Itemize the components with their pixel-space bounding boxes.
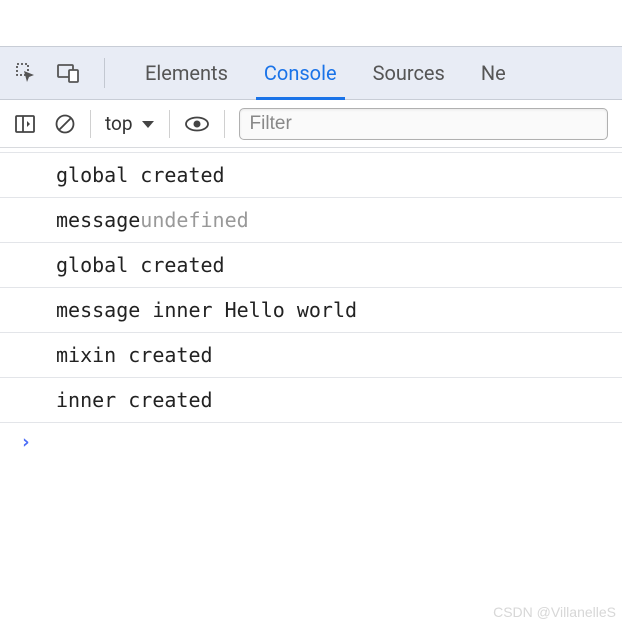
devtools-tab-bar: Elements Console Sources Ne [0,46,622,100]
log-text: global created [56,161,225,189]
log-line: inner created [0,378,622,423]
log-text: global created [56,251,225,279]
tab-console[interactable]: Console [246,47,355,99]
log-line: message inner Hello world [0,288,622,333]
log-line: message undefined [0,198,622,243]
console-toolbar: top [0,100,622,148]
log-line: global created [0,152,622,198]
inspect-icon[interactable] [14,61,38,85]
log-line: global created [0,243,622,288]
console-prompt[interactable]: › [0,423,622,461]
log-text: message [56,206,140,234]
log-line: mixin created [0,333,622,378]
clear-console-icon[interactable] [54,113,76,135]
log-text: mixin created [56,341,213,369]
tab-sources[interactable]: Sources [355,47,463,99]
log-text: message inner Hello world [56,296,357,324]
sidebar-toggle-icon[interactable] [14,113,36,135]
context-label: top [105,112,133,135]
chevron-down-icon [141,112,155,135]
log-text: inner created [56,386,213,414]
context-selector[interactable]: top [105,112,155,135]
live-expression-icon[interactable] [184,113,210,135]
watermark: CSDN @VillanelleS [493,604,616,620]
log-undefined: undefined [140,206,248,234]
filter-input[interactable] [239,108,608,140]
device-toggle-icon[interactable] [56,61,82,85]
tab-network-partial[interactable]: Ne [463,47,506,99]
console-output: global created message undefined global cr… [0,152,622,423]
tab-elements[interactable]: Elements [127,47,246,99]
